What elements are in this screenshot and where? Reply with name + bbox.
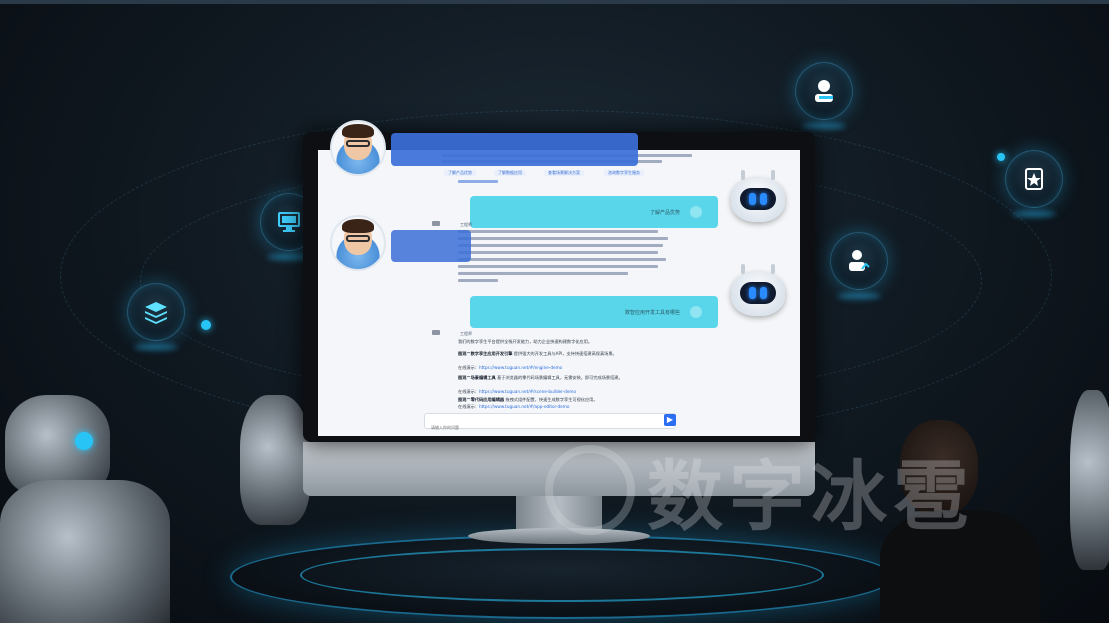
robot-back bbox=[240, 395, 310, 525]
tool-link[interactable]: https://www.tuguan.net/#/scene-builder-d… bbox=[479, 389, 576, 394]
bot-mini-icon bbox=[432, 221, 440, 226]
monitor-icon bbox=[278, 212, 300, 232]
user-chart-icon-hub bbox=[830, 232, 888, 290]
chat-input-bar bbox=[424, 413, 676, 435]
user-message-text: 了解产品优势 bbox=[649, 209, 680, 216]
robot-right bbox=[1070, 390, 1109, 570]
suggestion-chip[interactable]: 咨询数字孪生服务 bbox=[604, 170, 644, 176]
send-button[interactable]: ▶ bbox=[664, 414, 676, 426]
message-text-line bbox=[458, 251, 658, 254]
orbit-dot bbox=[997, 153, 1005, 161]
user-icon bbox=[815, 80, 833, 102]
message-text-line bbox=[458, 258, 666, 261]
tool-link-label: 在线演示： bbox=[458, 389, 479, 394]
message-text-line bbox=[458, 272, 628, 275]
star-document-icon-hub bbox=[1005, 150, 1063, 208]
reply-tag: 工程师 bbox=[460, 331, 472, 336]
message-text-line bbox=[458, 230, 658, 233]
suggestion-chip[interactable]: 了解产品优势 bbox=[444, 170, 476, 176]
layers-icon-hub bbox=[127, 283, 185, 341]
tool-desc: 拖拽式组件配置，快速生成数字孪生可视化应用。 bbox=[505, 397, 598, 402]
tool-link-label: 在线演示： bbox=[458, 404, 479, 409]
user-avatar-mini bbox=[690, 206, 702, 218]
user-chart-icon bbox=[849, 250, 870, 271]
tool-name: 图观™场景编辑工具 bbox=[458, 375, 496, 380]
reply-intro: 我们的数字孪生平台提供全栈开发能力，助力企业快速构建数字化应用。 bbox=[458, 339, 593, 344]
watermark-logo-icon bbox=[545, 445, 635, 535]
stage-ring bbox=[300, 548, 824, 602]
user-message-text: 数智应用开发工具有哪些 bbox=[624, 309, 680, 316]
reply-tag: 工程师 bbox=[460, 222, 472, 227]
message-text-line bbox=[458, 265, 658, 268]
top-bar bbox=[0, 0, 1109, 4]
bot-message-highlight bbox=[391, 230, 471, 262]
suggestion-chip[interactable]: 了解数据应用 bbox=[494, 170, 526, 176]
user-message-bubble: 了解产品优势 bbox=[470, 196, 718, 228]
chat-screen: 了解产品优势 了解数据应用 查看场景解决方案 咨询数字孪生服务 了解产品优势 工… bbox=[318, 150, 800, 436]
robot-left-body bbox=[0, 480, 170, 623]
chat-input[interactable] bbox=[425, 420, 633, 435]
layers-icon bbox=[145, 302, 167, 324]
robot-avatar bbox=[731, 170, 785, 222]
tool-link[interactable]: https://www.tuguan.net/#/app-editor-demo bbox=[479, 404, 569, 409]
watermark-text: 数字冰雹 bbox=[647, 452, 975, 541]
customer-avatar bbox=[330, 120, 386, 176]
tool-item: 图观™零代码应用编辑器 拖拽式组件配置，快速生成数字孪生可视化应用。 bbox=[458, 396, 598, 403]
message-text-line bbox=[458, 279, 498, 282]
tool-desc: 基于浏览器的零代码场景编辑工具，无需安装，即可完成场景搭建。 bbox=[497, 375, 623, 380]
user-avatar-mini bbox=[690, 306, 702, 318]
tool-link-label: 在线演示： bbox=[458, 365, 479, 370]
tool-item: 图观™数字孪生应用开发引擎 提供强大的开发工具与API，支持快速搭建高保真场景。 bbox=[458, 350, 617, 357]
robot-avatar bbox=[731, 264, 785, 316]
bot-message-highlight bbox=[391, 133, 638, 166]
orbit-dot bbox=[201, 320, 211, 330]
star-document-icon bbox=[1025, 168, 1043, 190]
tool-link-row: 在线演示：https://www.tuguan.net/#/engine-dem… bbox=[458, 364, 562, 371]
tool-link[interactable]: https://www.tuguan.net/#/engine-demo bbox=[479, 365, 562, 370]
customer-avatar bbox=[330, 215, 386, 271]
tool-link-row: 在线演示：https://www.tuguan.net/#/scene-buil… bbox=[458, 388, 576, 395]
suggestion-chip[interactable]: 查看场景解决方案 bbox=[544, 170, 584, 176]
scene: 了解产品优势 了解数据应用 查看场景解决方案 咨询数字孪生服务 了解产品优势 工… bbox=[0, 0, 1109, 623]
tool-item: 图观™场景编辑工具 基于浏览器的零代码场景编辑工具，无需安装，即可完成场景搭建。 bbox=[458, 374, 623, 381]
message-text-line bbox=[458, 180, 498, 183]
robot-eye bbox=[75, 432, 93, 450]
bot-mini-icon bbox=[432, 330, 440, 335]
tool-desc: 提供强大的开发工具与API，支持快速搭建高保真场景。 bbox=[513, 351, 617, 356]
user-message-bubble: 数智应用开发工具有哪些 bbox=[470, 296, 718, 328]
watermark: 数字冰雹 bbox=[545, 440, 975, 541]
user-icon-hub bbox=[795, 62, 853, 120]
message-text-line bbox=[458, 237, 668, 240]
tool-name: 图观™零代码应用编辑器 bbox=[458, 397, 505, 402]
message-text-line bbox=[458, 244, 663, 247]
tool-name: 图观™数字孪生应用开发引擎 bbox=[458, 351, 513, 356]
tool-link-row: 在线演示：https://www.tuguan.net/#/app-editor… bbox=[458, 403, 569, 410]
